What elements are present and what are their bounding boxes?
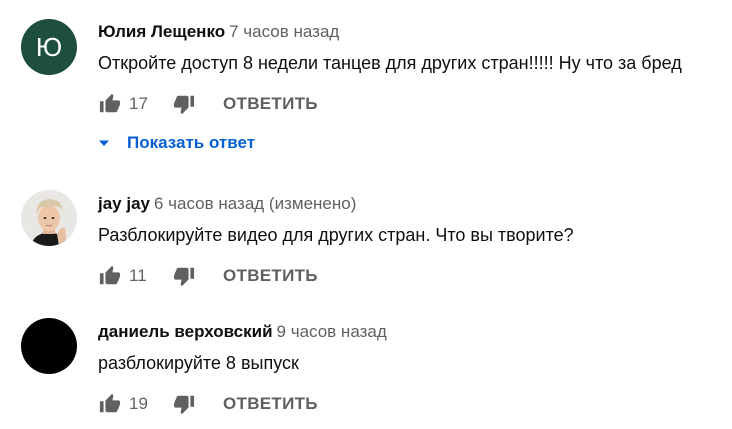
reply-button[interactable]: ОТВЕТИТЬ: [223, 94, 318, 114]
chevron-down-icon: [98, 137, 110, 149]
avatar[interactable]: [21, 190, 77, 246]
comment-actions: 17 ОТВЕТИТЬ: [98, 92, 318, 116]
avatar-letter: Ю: [35, 31, 63, 62]
comment-author[interactable]: даниель верховский: [98, 322, 273, 341]
comment-text: Откройте доступ 8 недели танцев для друг…: [98, 53, 682, 73]
comment-time[interactable]: 9 часов назад: [277, 322, 387, 341]
like-count: 17: [129, 94, 148, 113]
thumbs-down-icon[interactable]: [172, 392, 196, 416]
comment-header: даниель верховский 9 часов назад: [98, 322, 387, 342]
comment-text: разблокируйте 8 выпуск: [98, 353, 299, 373]
reply-button[interactable]: ОТВЕТИТЬ: [223, 266, 318, 286]
comment-header: jay jay 6 часов назад (изменено): [98, 194, 356, 214]
reply-button[interactable]: ОТВЕТИТЬ: [223, 394, 318, 414]
avatar[interactable]: Ю: [21, 19, 77, 75]
comment-actions: 19 ОТВЕТИТЬ: [98, 392, 318, 416]
avatar[interactable]: [21, 318, 77, 374]
avatar-photo-icon: [21, 190, 77, 246]
thumbs-down-icon[interactable]: [172, 264, 196, 288]
like-count: 19: [129, 394, 148, 413]
comment-text: Разблокируйте видео для других стран. Чт…: [98, 225, 574, 245]
show-reply-button[interactable]: Показать ответ: [98, 131, 255, 155]
comment-time[interactable]: 6 часов назад (изменено): [154, 194, 356, 213]
like-count: 11: [129, 266, 147, 285]
comment-author[interactable]: jay jay: [98, 194, 150, 213]
thumbs-up-icon[interactable]: [98, 392, 122, 416]
comment-author[interactable]: Юлия Лещенко: [98, 22, 225, 41]
show-reply-label: Показать ответ: [127, 133, 256, 152]
thumbs-up-icon[interactable]: [98, 264, 122, 288]
comment-actions: 11 ОТВЕТИТЬ: [98, 264, 318, 288]
thumbs-down-icon[interactable]: [172, 92, 196, 116]
comment-time[interactable]: 7 часов назад: [229, 22, 339, 41]
comment-header: Юлия Лещенко 7 часов назад: [98, 22, 339, 42]
thumbs-up-icon[interactable]: [98, 92, 122, 116]
